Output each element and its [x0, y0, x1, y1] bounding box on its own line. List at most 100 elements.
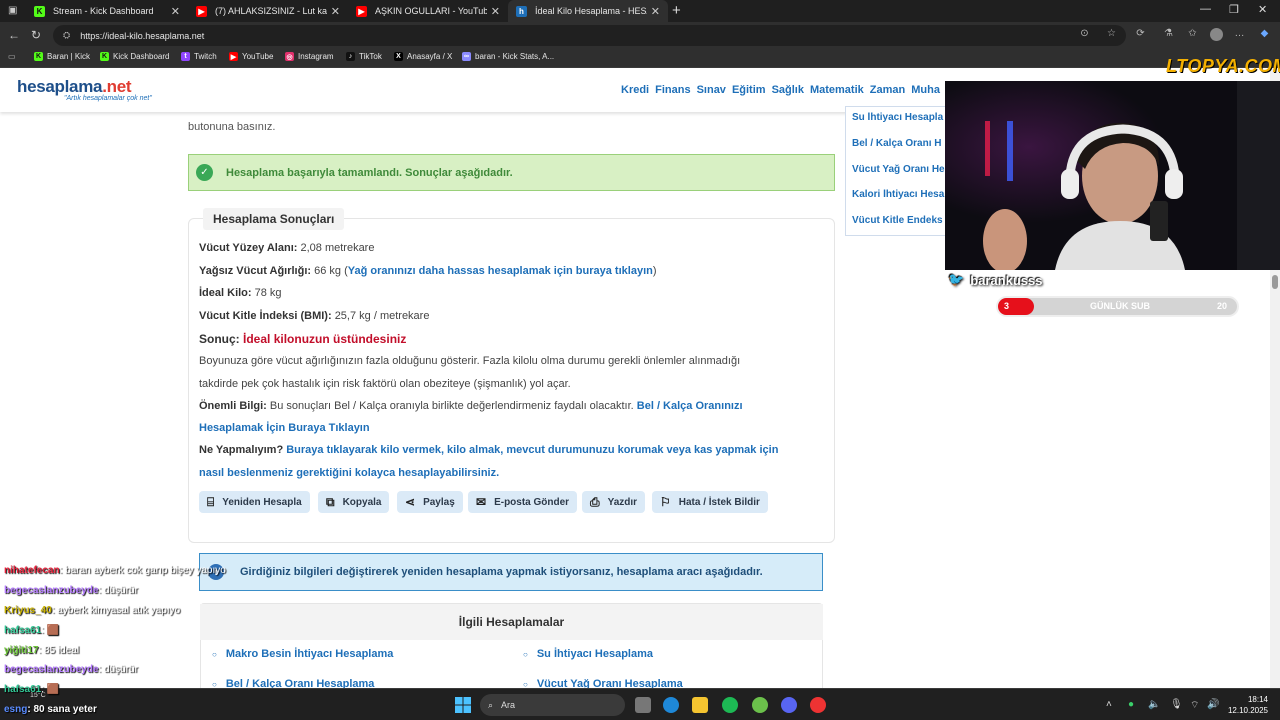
wifi-icon[interactable]: ⌔	[1190, 699, 1199, 712]
related-link-su[interactable]: ○ Su İhtiyacı Hesaplama	[523, 648, 653, 660]
chat-message: nihatefecan: baran ayberk cok garıp bişe…	[4, 565, 226, 576]
print-button[interactable]: ⎙ Yazdır	[582, 491, 646, 513]
screen: ▣ K Stream - Kick Dashboard ✕ ▶ (7) AHLA…	[0, 0, 1280, 720]
tray-status-icon[interactable]: ●	[1128, 699, 1134, 710]
bookmark-youtube[interactable]: ▶ YouTube	[229, 52, 273, 61]
file-explorer-icon[interactable]	[692, 697, 708, 713]
recalculate-button[interactable]: ⌸ Yeniden Hesapla	[199, 491, 310, 513]
refresh-page-icon[interactable]: ⟳	[1134, 28, 1147, 41]
bookmarks-icon[interactable]: ▭	[8, 52, 16, 61]
volume-icon[interactable]: 🔊	[1207, 699, 1219, 710]
kickstats-icon: ∞	[462, 52, 471, 61]
site-info-icon[interactable]: ⛭	[63, 30, 70, 41]
sidebar-link-bel-kalca[interactable]: Bel / Kalça Oranı H	[852, 138, 947, 149]
nav-saglik[interactable]: Sağlık	[772, 84, 804, 96]
tab-actions-icon[interactable]: ▣	[8, 5, 17, 16]
taskbar: 15°C ⌕ Ara ˄ ● 🔈 🎙 ⌔ 🔊 18:14 12.10.2025	[0, 688, 1280, 720]
read-aloud-icon[interactable]: ⊙	[1078, 28, 1091, 41]
youtube-icon: ▶	[356, 5, 367, 17]
bullet-icon: ○	[212, 680, 217, 688]
share-button[interactable]: ⋖ Paylaş	[397, 491, 463, 513]
nutrition-link[interactable]: Buraya tıklayarak kilo vermek, kilo alma…	[286, 444, 778, 456]
taskbar-search[interactable]: ⌕ Ara	[480, 694, 625, 716]
results-title: Hesaplama Sonuçları	[203, 208, 345, 230]
fat-ratio-link[interactable]: Yağ oranınızı daha hassas hesaplamak içi…	[348, 265, 653, 277]
nav-egitim[interactable]: Eğitim	[732, 84, 766, 96]
reload-icon[interactable]: ↻	[31, 28, 41, 42]
address-row: ← ↻ ⛭ https://ideal-kilo.hesaplama.net ⊙…	[0, 22, 1280, 49]
twitter-icon: 🐦	[948, 272, 965, 287]
bookmark-kick-stats[interactable]: ∞ baran - Kick Stats, A...	[462, 52, 554, 61]
copilot-icon[interactable]: ◆	[1258, 28, 1271, 41]
microphone-icon[interactable]: 🎙	[1170, 699, 1183, 710]
spotify-icon[interactable]	[722, 697, 738, 713]
waist-hip-link-2[interactable]: Hesaplamak İçin Buraya Tıklayın	[199, 422, 370, 434]
kick-icon: K	[34, 5, 45, 17]
top-nav: Kredi Finans Sınav Eğitim Sağlık Matemat…	[621, 84, 940, 96]
nav-muhasebe[interactable]: Muha	[911, 84, 940, 96]
copy-button[interactable]: ⧉ Kopyala	[318, 491, 390, 513]
windows-start-icon[interactable]	[455, 697, 471, 713]
task-view-icon[interactable]	[635, 697, 651, 713]
clock[interactable]: 18:14 12.10.2025	[1222, 694, 1268, 716]
site-logo[interactable]: hesaplama.net	[17, 77, 132, 97]
nav-sinav[interactable]: Sınav	[697, 84, 726, 96]
waist-hip-link[interactable]: Bel / Kalça Oranınızı	[637, 400, 743, 412]
edge-icon[interactable]	[663, 697, 679, 713]
minimize-icon[interactable]: —	[1200, 3, 1211, 15]
close-icon[interactable]: ✕	[491, 5, 500, 18]
email-button[interactable]: ✉ E-posta Gönder	[468, 491, 578, 513]
tab-kick-dashboard[interactable]: K Stream - Kick Dashboard ✕	[26, 0, 188, 22]
tray-expand-icon[interactable]: ˄	[1106, 699, 1112, 710]
kick-icon: K	[34, 52, 43, 61]
window-close-icon[interactable]: ✕	[1258, 3, 1267, 16]
new-tab-icon[interactable]: +	[672, 2, 681, 19]
app-icon[interactable]	[810, 697, 826, 713]
nav-matematik[interactable]: Matematik	[810, 84, 864, 96]
bookmark-twitch[interactable]: t Twitch	[181, 52, 217, 61]
menu-icon[interactable]: …	[1233, 28, 1246, 41]
discord-icon[interactable]	[781, 697, 797, 713]
info-alert: i Girdiğiniz bilgileri değiştirerek yeni…	[199, 553, 823, 591]
bookmark-baran-kick[interactable]: K Baran | Kick	[34, 52, 90, 61]
favorites-icon[interactable]: ✩	[1186, 28, 1199, 41]
bookmark-kick-dashboard[interactable]: K Kick Dashboard	[100, 52, 169, 61]
speaker-icon[interactable]: 🔈	[1148, 699, 1160, 710]
close-icon[interactable]: ✕	[331, 5, 340, 18]
report-button[interactable]: ⚐ Hata / İstek Bildir	[652, 491, 768, 513]
scrollbar-thumb[interactable]	[1272, 275, 1278, 289]
address-bar[interactable]: ⛭ https://ideal-kilo.hesaplama.net	[53, 25, 1126, 46]
nav-zaman[interactable]: Zaman	[870, 84, 905, 96]
tab-ideal-kilo[interactable]: h İdeal Kilo Hesaplama - HESAPLAN ✕	[508, 0, 668, 22]
sidebar-link-yag[interactable]: Vücut Yağ Oranı He	[852, 164, 947, 175]
bookmark-tiktok[interactable]: ♪ TikTok	[346, 52, 382, 61]
maximize-icon[interactable]: ❐	[1229, 3, 1239, 16]
bookmark-x[interactable]: X Anasayfa / X	[394, 52, 452, 61]
related-link-bel-kalca[interactable]: ○ Bel / Kalça Oranı Hesaplama	[212, 678, 374, 688]
nav-kredi[interactable]: Kredi	[621, 84, 649, 96]
hesaplama-icon: h	[516, 5, 527, 17]
tab-youtube-2[interactable]: ▶ AŞKIN OGULLARI - YouTube ✕	[348, 0, 508, 22]
search-icon: ⌕	[488, 699, 494, 710]
back-icon[interactable]: ←	[8, 28, 20, 42]
sub-goal-label: GÜNLÜK SUB	[1090, 301, 1150, 311]
sidebar-link-vki[interactable]: Vücut Kitle Endeks	[852, 215, 947, 226]
related-link-makro[interactable]: ○ Makro Besin İhtiyacı Hesaplama	[212, 648, 393, 660]
sidebar-link-kalori[interactable]: Kalori İhtiyacı Hesa	[852, 189, 947, 200]
close-icon[interactable]: ✕	[171, 5, 180, 18]
nav-finans[interactable]: Finans	[655, 84, 690, 96]
profile-avatar[interactable]	[1210, 28, 1223, 41]
tab-youtube-1[interactable]: ▶ (7) AHLAKSIZSINIZ - Lut kavmind ✕	[188, 0, 348, 22]
related-link-yag[interactable]: ○ Vücut Yağ Oranı Hesaplama	[523, 678, 683, 688]
sub-goal-target: 20	[1217, 301, 1228, 311]
favorite-star-icon[interactable]: ☆	[1105, 28, 1118, 41]
result-description-2: takdirde pek çok hastalık için risk fakt…	[199, 378, 571, 390]
sidebar-link-su[interactable]: Su İhtiyacı Hesapla	[852, 112, 947, 123]
chat-user: hafsa61	[4, 625, 42, 636]
chat-message: yiğiti17: 85 ideal	[4, 645, 80, 656]
nutrition-link-2[interactable]: nasıl beslenmeniz gerektiğini kolayca he…	[199, 467, 499, 479]
extensions-icon[interactable]: ⚗	[1162, 28, 1175, 41]
app-icon[interactable]	[752, 697, 768, 713]
close-icon[interactable]: ✕	[651, 5, 660, 18]
bookmark-instagram[interactable]: ◎ Instagram	[285, 52, 334, 61]
